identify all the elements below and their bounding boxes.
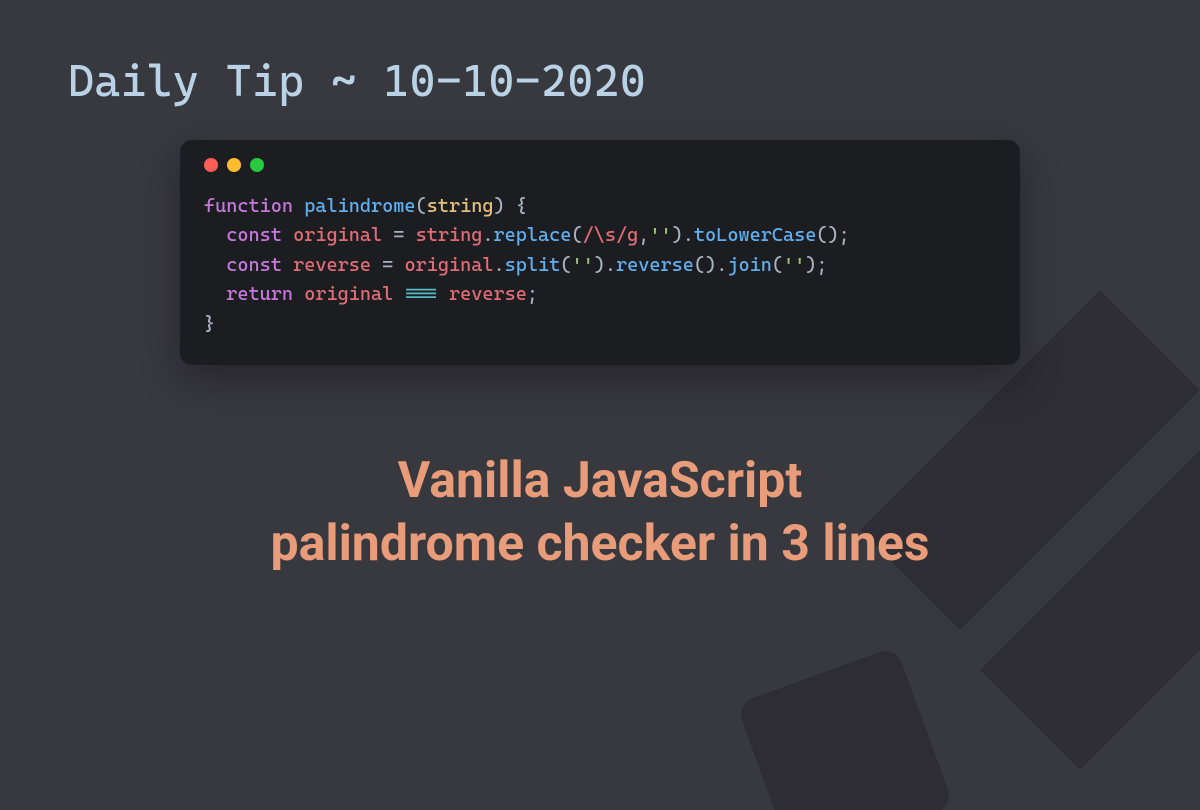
maximize-icon [250,158,264,172]
close-icon [204,158,218,172]
article-title: Vanilla JavaScript palindrome checker in… [0,450,1200,575]
title-line-2: palindrome checker in 3 lines [60,513,1140,576]
code-block: function palindrome(string) { const orig… [204,192,996,339]
title-line-1: Vanilla JavaScript [60,450,1140,513]
code-window: function palindrome(string) { const orig… [180,140,1020,365]
header-text: Daily Tip ~ 10-10-2020 [68,56,646,107]
window-traffic-lights [204,158,996,172]
minimize-icon [227,158,241,172]
page-header: Daily Tip ~ 10-10-2020 [68,56,646,107]
